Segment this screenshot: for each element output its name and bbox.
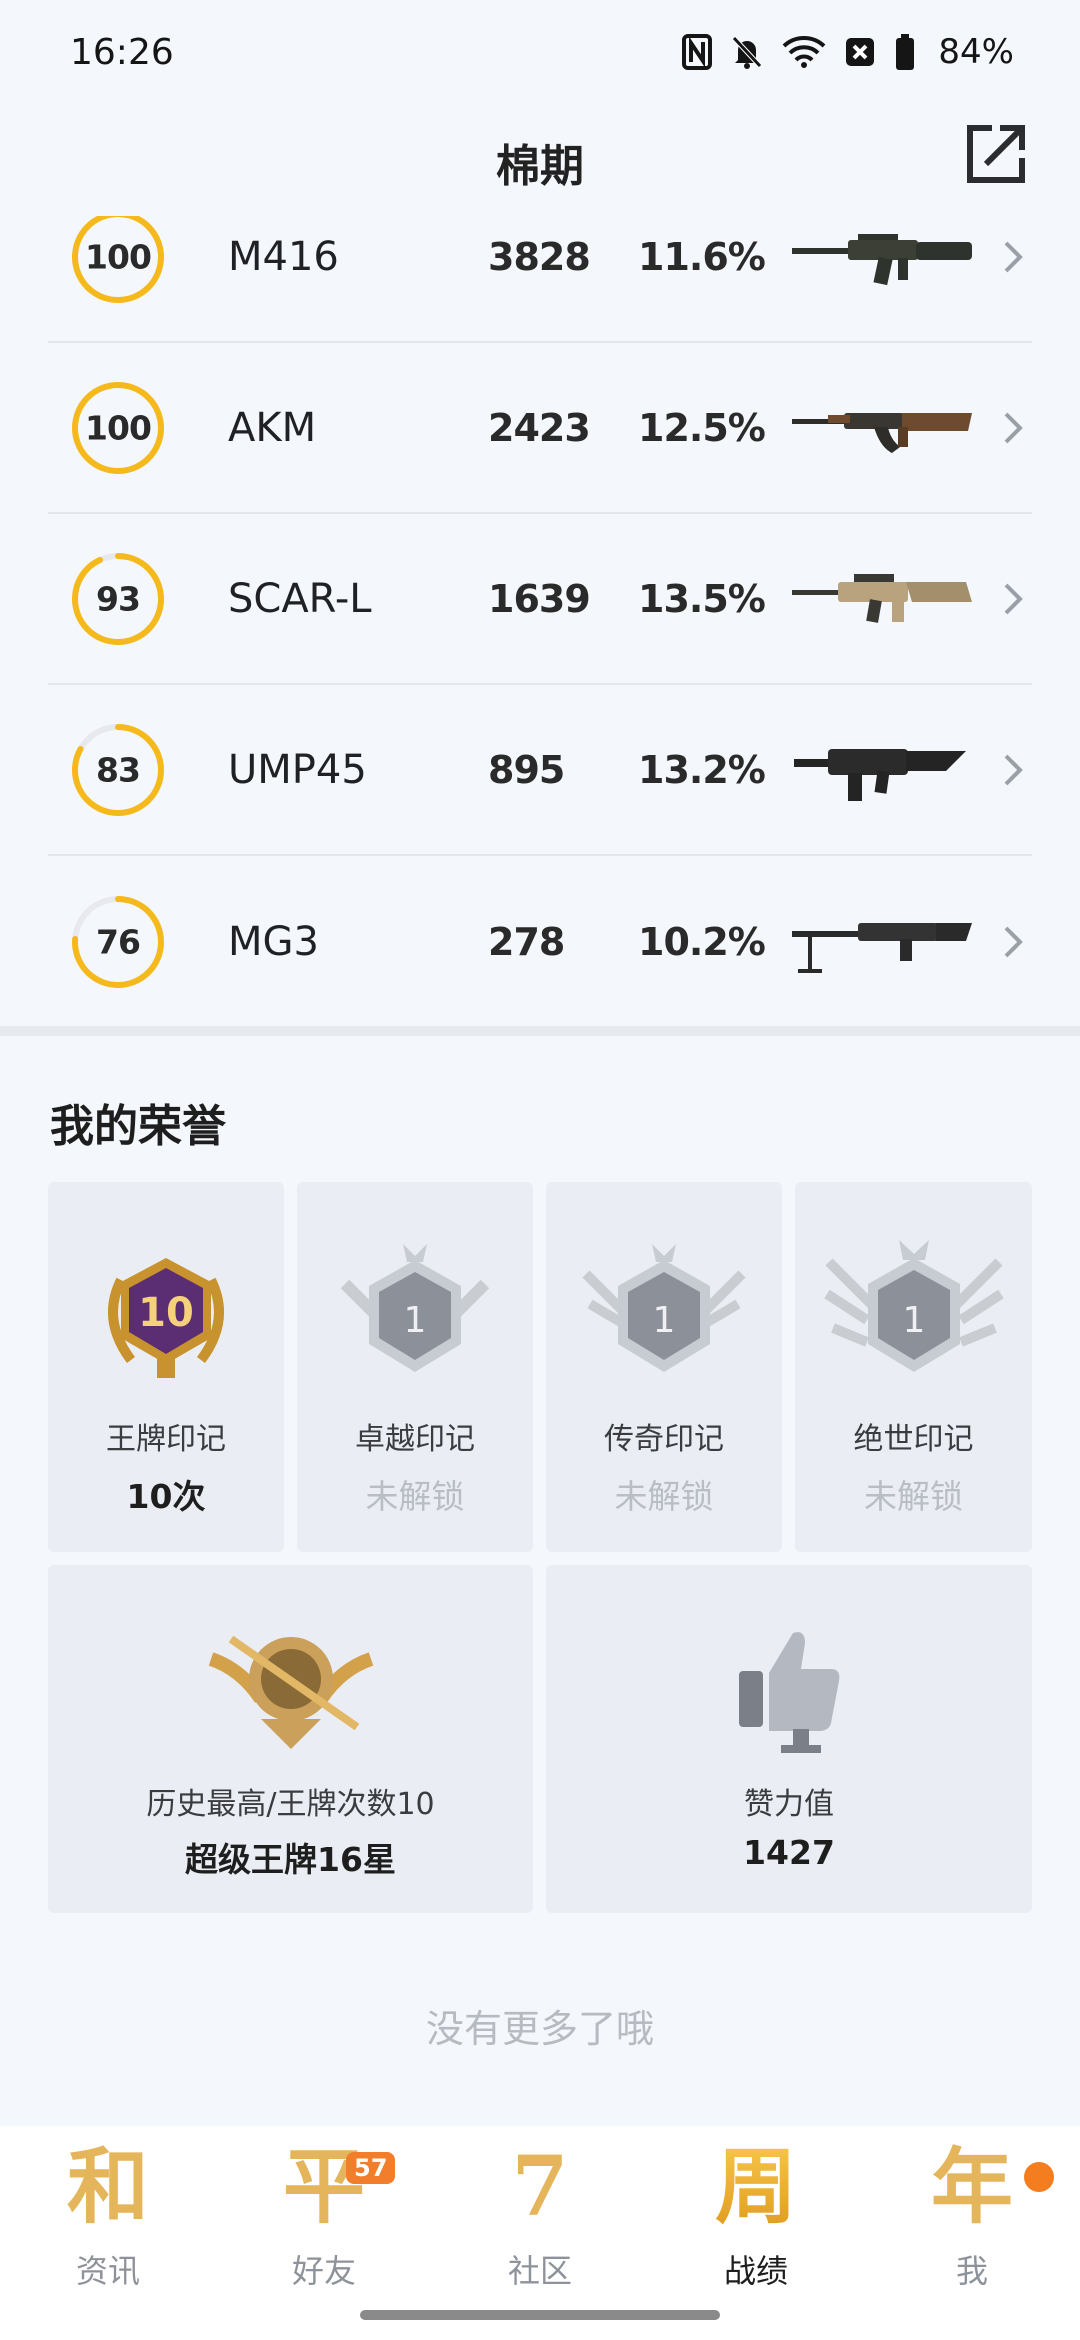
weapon-row[interactable]: 76 MG3 278 10.2%: [48, 856, 1032, 1027]
tab-news[interactable]: 和 资讯: [0, 2142, 216, 2292]
weapon-headshot-rate: 13.5%: [638, 576, 766, 621]
weapon-kill-count: 895: [488, 747, 565, 792]
tab-label: 战绩: [723, 2252, 788, 2290]
weapon-row[interactable]: 100 AKM 2423 12.5%: [48, 343, 1032, 514]
chevron-right-icon: [1004, 412, 1023, 443]
status-icons: 84%: [682, 30, 1014, 74]
section-divider: [0, 1026, 1080, 1036]
page-title: 棉期: [496, 141, 584, 192]
tab-me[interactable]: 年 我: [864, 2142, 1080, 2292]
honor-section-title: 我的荣誉: [50, 1101, 226, 1152]
share-icon[interactable]: [962, 120, 1030, 188]
community-tab-icon: 7: [511, 2139, 569, 2235]
honor-value: 未解锁: [614, 1477, 714, 1516]
chevron-right-icon: [1004, 754, 1023, 785]
honor-label: 历史最高/王牌次数10: [146, 1787, 435, 1822]
chevron-right-icon: [1004, 241, 1023, 272]
honor-card-excellence[interactable]: 1 卓越印记 未解锁: [297, 1182, 533, 1552]
page-header: 棉期: [0, 112, 1080, 216]
weapon-kill-count: 3828: [488, 234, 591, 279]
smg-image: [794, 748, 966, 801]
excellence-mark-badge-icon: 1: [340, 1244, 490, 1372]
news-tab-icon: 和: [66, 2139, 150, 2235]
tab-label: 社区: [507, 2252, 572, 2290]
weapon-score: 100: [85, 408, 152, 447]
wifi-icon: [783, 36, 826, 68]
mute-bell-icon: [732, 36, 763, 69]
peerless-badge-number: 1: [902, 1300, 925, 1341]
weapon-row[interactable]: 93 SCAR-L 1639 13.5%: [48, 514, 1032, 685]
legend-badge-number: 1: [653, 1300, 676, 1341]
weapon-headshot-rate: 10.2%: [638, 919, 766, 964]
honor-label: 王牌印记: [106, 1422, 226, 1457]
weapon-kill-count: 2423: [488, 405, 591, 450]
tab-records[interactable]: 周 战绩: [648, 2142, 864, 2292]
chevron-right-icon: [1004, 926, 1023, 957]
weapon-kill-count: 278: [488, 919, 565, 964]
notification-dot: [1024, 2162, 1054, 2192]
honor-label: 卓越印记: [355, 1422, 475, 1457]
likes-card[interactable]: 赞力值 1427: [546, 1565, 1032, 1913]
honor-value: 未解锁: [864, 1477, 963, 1516]
weapon-score: 76: [96, 922, 141, 961]
friends-count-badge: 57: [346, 2152, 396, 2184]
ace-mark-badge-icon: 10: [108, 1258, 224, 1378]
tab-label: 我: [955, 2252, 988, 2290]
weapon-name: AKM: [228, 404, 317, 451]
rifle-image: [792, 573, 972, 623]
sim-off-icon: [846, 38, 875, 66]
weapon-list: 100 M416 3828 11.6% 100 AKM 2423 12.5% 9…: [0, 216, 1080, 1028]
chevron-right-icon: [1004, 583, 1023, 614]
weapon-name: SCAR-L: [228, 575, 372, 622]
highest-rank-card[interactable]: 历史最高/王牌次数10 超级王牌16星: [48, 1565, 533, 1913]
home-indicator[interactable]: [360, 2310, 720, 2320]
weapon-kill-count: 1639: [488, 576, 591, 621]
status-time: 16:26: [70, 32, 174, 73]
rifle-image: [792, 233, 972, 285]
legend-mark-badge-icon: 1: [582, 1244, 746, 1372]
end-of-list-note: 没有更多了哦: [425, 2007, 654, 2051]
honor-card-ace[interactable]: 10 王牌印记 10次: [48, 1182, 284, 1552]
weapon-headshot-rate: 12.5%: [638, 405, 766, 450]
weapon-headshot-rate: 11.6%: [638, 234, 766, 279]
battery-icon: [896, 34, 915, 70]
weapon-row[interactable]: 100 M416 3828 11.6%: [48, 216, 1032, 343]
honor-value: 未解锁: [365, 1477, 465, 1516]
rifle-image: [792, 412, 972, 453]
rank-emblem-icon: [208, 1635, 373, 1749]
honor-label: 绝世印记: [853, 1422, 974, 1457]
honor-value: 超级王牌16星: [185, 1840, 396, 1879]
honor-card-peerless[interactable]: 1 绝世印记 未解锁: [795, 1182, 1032, 1552]
weapon-name: M416: [228, 233, 339, 280]
machine-gun-image: [792, 922, 972, 973]
weapon-headshot-rate: 13.2%: [638, 747, 766, 792]
peerless-mark-badge-icon: 1: [823, 1240, 1004, 1372]
tab-label: 资讯: [75, 2252, 140, 2290]
weapon-name: UMP45: [228, 746, 367, 793]
weapon-row[interactable]: 83 UMP45 895 13.2%: [48, 685, 1032, 856]
honor-card-legend[interactable]: 1 传奇印记 未解锁: [546, 1182, 782, 1552]
thumbs-up-icon: [739, 1632, 840, 1753]
honor-label: 赞力值: [744, 1787, 834, 1822]
me-tab-icon: 年: [930, 2139, 1014, 2235]
honor-value: 1427: [743, 1833, 835, 1872]
honor-label: 传奇印记: [604, 1422, 724, 1457]
weapon-score: 83: [96, 750, 141, 789]
status-bar: 16:26 84%: [0, 0, 1080, 112]
honor-value: 10次: [126, 1477, 206, 1516]
records-tab-icon: 周: [714, 2139, 798, 2235]
bottom-tab-bar: 和 资讯 平 57 好友 7 社区 周 战绩 年 我: [0, 2126, 1080, 2340]
tab-community[interactable]: 7 社区: [432, 2142, 648, 2292]
nfc-icon: [682, 34, 713, 70]
tab-label: 好友: [291, 2252, 356, 2290]
weapon-score: 100: [85, 237, 152, 276]
tab-friends[interactable]: 平 57 好友: [216, 2142, 432, 2292]
ace-badge-number: 10: [138, 1290, 194, 1336]
weapon-name: MG3: [228, 918, 319, 965]
battery-percent: 84%: [938, 32, 1014, 72]
weapon-score: 93: [96, 579, 141, 618]
excellence-badge-number: 1: [404, 1300, 427, 1341]
